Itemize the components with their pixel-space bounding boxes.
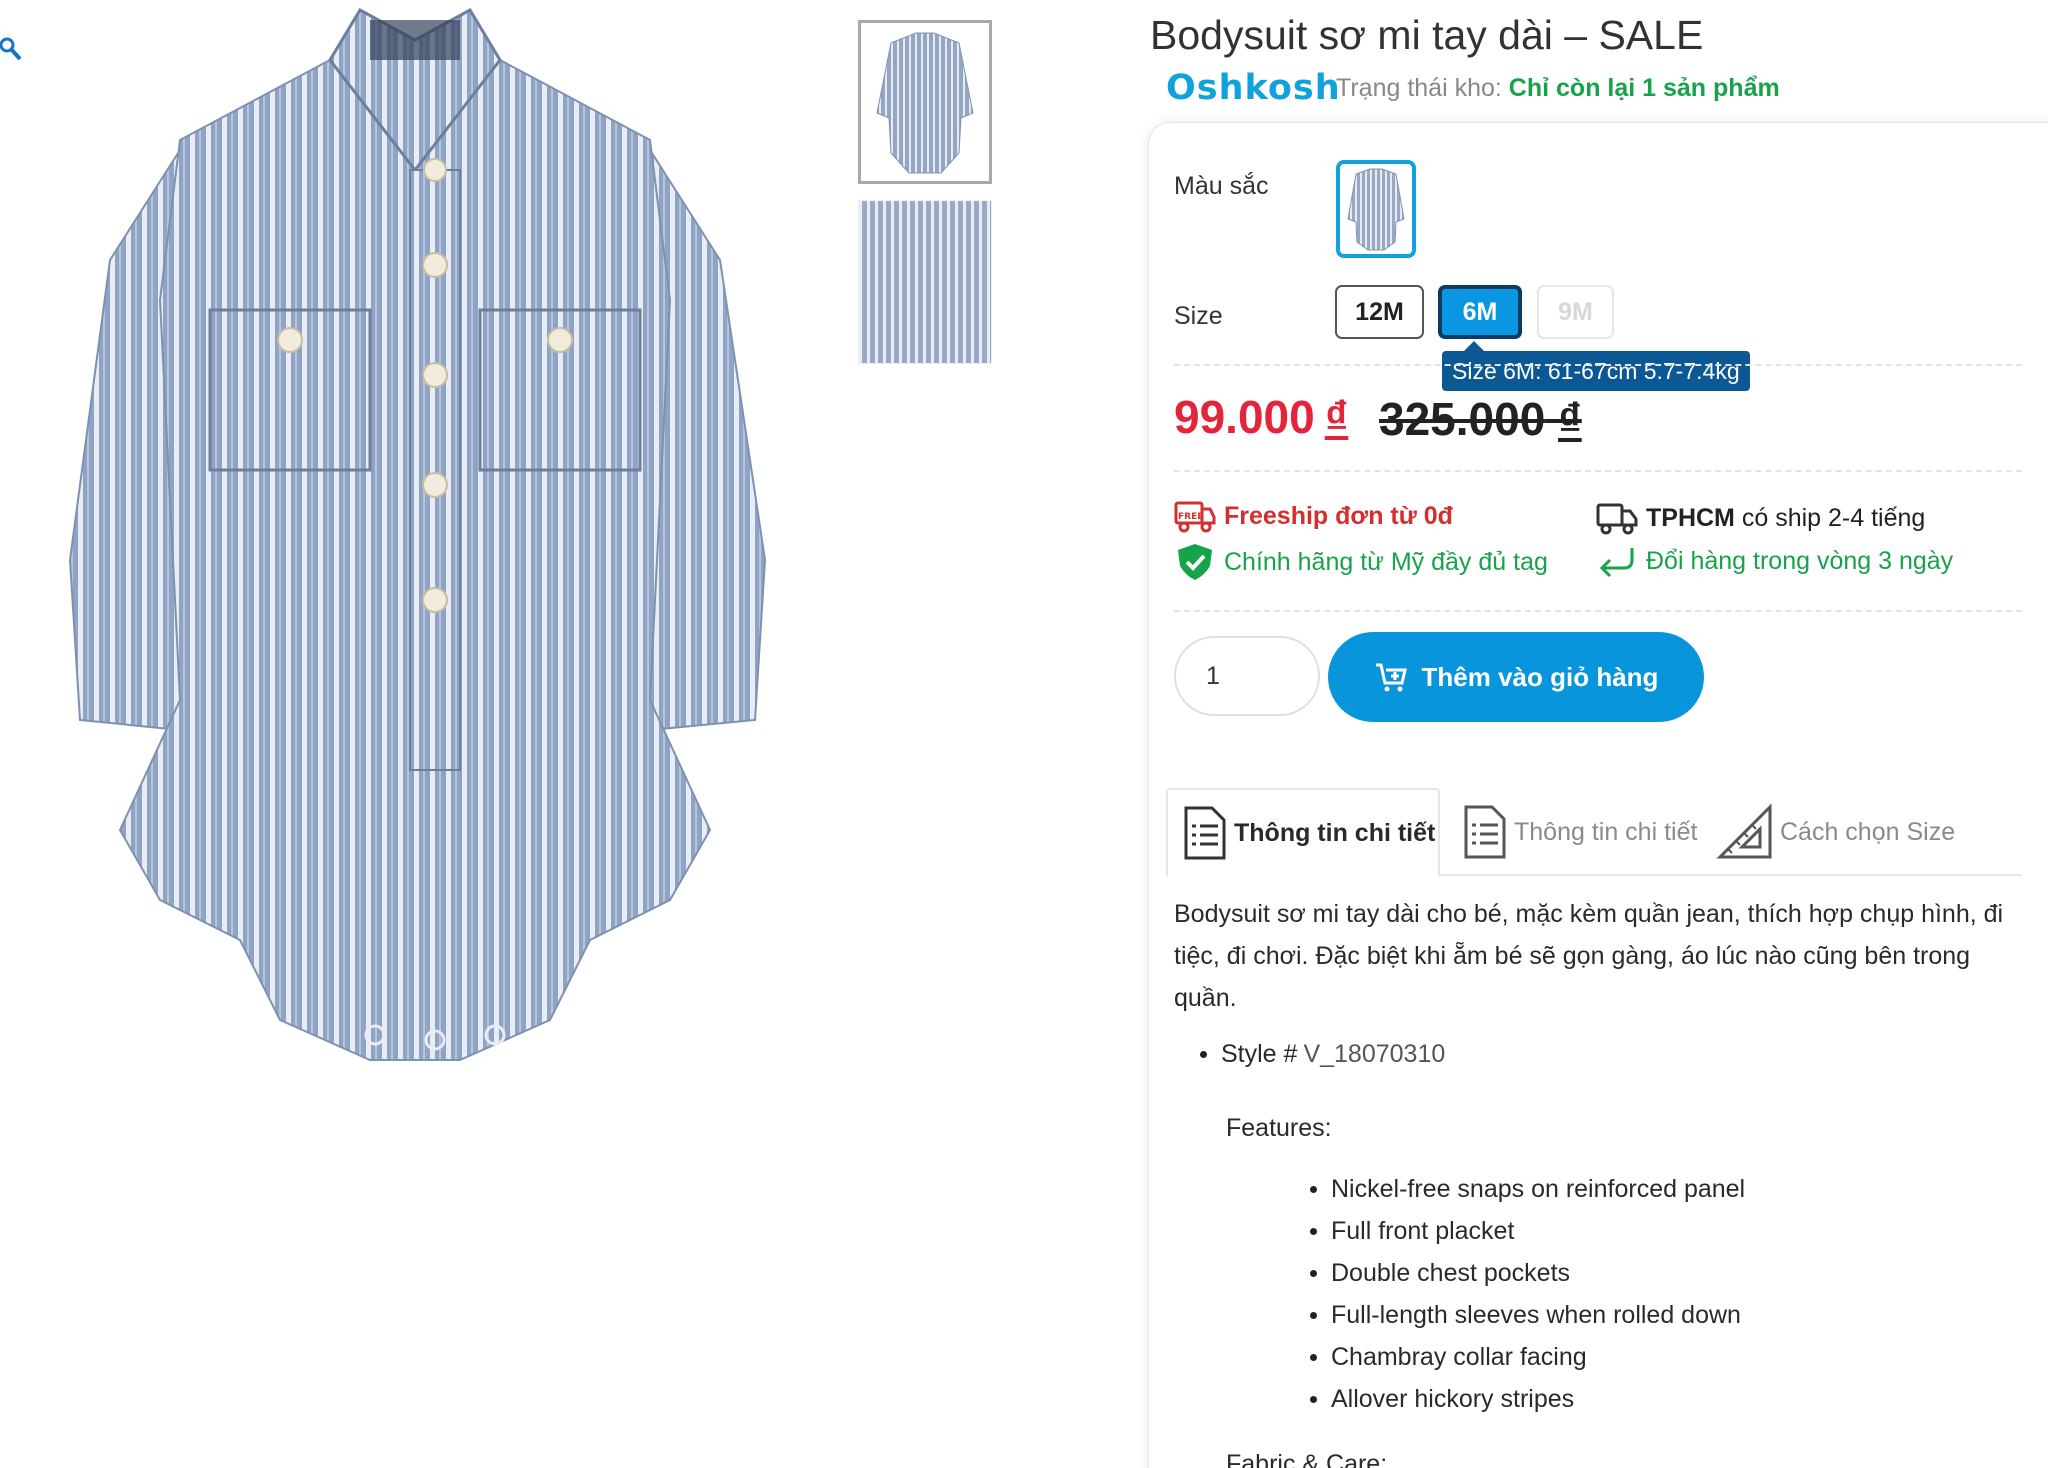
list-item: Full-length sleeves when rolled down (1310, 1294, 1745, 1336)
free-badge-text: FREE (1178, 512, 1203, 522)
size-option-12m[interactable]: 12M (1335, 285, 1424, 339)
list-item: Double chest pockets (1310, 1252, 1745, 1294)
color-label: Màu sắc (1174, 172, 1269, 200)
tab-details-1[interactable]: Thông tin chi tiết (1166, 788, 1440, 876)
size-label: Size (1174, 302, 1223, 330)
free-truck-icon: FREE (1174, 501, 1216, 533)
sale-price-currency: ₫ (1324, 391, 1349, 443)
description-text: Bodysuit sơ mi tay dài cho bé, mặc kèm q… (1174, 900, 2004, 1012)
fabric-title: Fabric & Care: (1226, 1450, 1388, 1468)
brand-logo[interactable]: Oshkosh (1166, 68, 1341, 108)
size-option-6m[interactable]: 6M (1438, 285, 1522, 339)
product-title: Bodysuit sơ mi tay dài – SALE (1150, 12, 1704, 58)
zoom-icon[interactable] (0, 36, 22, 62)
freeship-text: Freeship đơn từ 0đ (1224, 501, 1453, 530)
size-tooltip: Size 6M: 61-67cm 5.7-7.4kg (1442, 341, 1750, 391)
return-arrow-icon (1599, 548, 1634, 578)
document-icon (1464, 805, 1506, 859)
add-to-cart-label: Thêm vào giỏ hàng (1421, 661, 1659, 692)
ship-city: TPHCM (1646, 503, 1735, 532)
divider (1174, 470, 2022, 472)
style-label: Style # (1221, 1040, 1298, 1068)
thumbnail-1[interactable] (858, 20, 992, 184)
ship-time: có ship 2-4 tiếng (1741, 503, 1926, 532)
thumbnail-2[interactable] (858, 200, 992, 364)
list-item: Full front placket (1310, 1210, 1745, 1252)
cart-add-icon (1375, 663, 1407, 692)
bullet (1200, 1051, 1207, 1058)
style-number: Style # V_18070310 (1200, 1040, 1445, 1069)
stock-status: Trạng thái kho: Chỉ còn lại 1 sản phẩm (1336, 74, 1780, 103)
original-price-currency: ₫ (1558, 393, 1582, 445)
original-price: 325.000 ₫ (1379, 392, 1582, 446)
freeship-feature: FREE Freeship đơn từ 0đ (1174, 497, 1453, 535)
color-swatch[interactable] (1336, 160, 1416, 258)
stock-value: Chỉ còn lại 1 sản phẩm (1508, 74, 1780, 102)
tab-label: Cách chọn Size (1780, 817, 1956, 846)
size-option-9m: 9M (1537, 285, 1614, 339)
tab-label: Thông tin chi tiết (1514, 817, 1698, 846)
divider (1174, 610, 2022, 612)
list-item: Allover hickory stripes (1310, 1378, 1745, 1420)
list-item: Chambray collar facing (1310, 1336, 1745, 1378)
document-icon (1184, 806, 1226, 860)
exchange-text: Đổi hàng trong vòng 3 ngày (1646, 546, 1954, 575)
exchange-feature: Đổi hàng trong vòng 3 ngày (1596, 542, 1953, 580)
shipping-time-feature: TPHCM có ship 2-4 tiếng (1596, 499, 1925, 537)
tabs-border (1440, 874, 2022, 876)
authentic-text: Chính hãng từ Mỹ đầy đủ tag (1224, 547, 1548, 576)
authentic-feature: Chính hãng từ Mỹ đầy đủ tag (1174, 542, 1548, 582)
list-item: Nickel-free snaps on reinforced panel (1310, 1168, 1745, 1210)
features-title: Features: (1226, 1114, 1332, 1142)
tab-label: Thông tin chi tiết (1234, 818, 1436, 847)
style-value: V_18070310 (1303, 1040, 1446, 1068)
product-main-image[interactable] (30, 0, 800, 1090)
divider (1174, 364, 2022, 366)
tab-details-2[interactable]: Thông tin chi tiết (1462, 788, 1697, 876)
truck-icon (1596, 503, 1638, 535)
verified-shield-icon (1178, 544, 1212, 580)
sale-price: 99.000 ₫ (1174, 390, 1348, 444)
sale-price-value: 99.000 (1174, 391, 1315, 443)
tab-size-guide[interactable]: Cách chọn Size (1716, 788, 1955, 876)
quantity-input[interactable] (1174, 636, 1320, 716)
features-list: Nickel-free snaps on reinforced panel Fu… (1310, 1168, 1745, 1420)
original-price-value: 325.000 (1379, 393, 1546, 445)
stock-label: Trạng thái kho: (1336, 74, 1502, 102)
ruler-triangle-icon (1716, 803, 1772, 859)
add-to-cart-button[interactable]: Thêm vào giỏ hàng (1328, 632, 1704, 722)
